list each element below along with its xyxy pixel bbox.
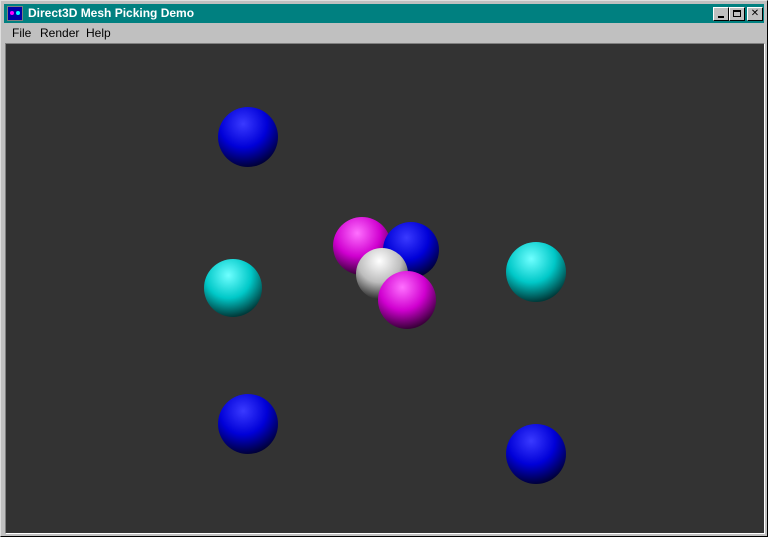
maximize-icon (733, 10, 741, 17)
render-viewport[interactable] (5, 43, 765, 534)
close-icon: ✕ (750, 8, 760, 19)
sphere-cyan-right[interactable] (506, 242, 566, 302)
application-window: Direct3D Mesh Picking Demo ✕ File Render… (0, 0, 768, 537)
app-icon[interactable] (7, 6, 23, 21)
menu-render[interactable]: Render (40, 26, 79, 40)
sphere-magenta-center-bottom[interactable] (378, 271, 436, 329)
menu-file[interactable]: File (12, 26, 31, 40)
sphere-blue-top-left[interactable] (218, 107, 278, 167)
sphere-blue-bottom-left[interactable] (218, 394, 278, 454)
maximize-button[interactable] (729, 7, 745, 21)
minimize-icon (718, 16, 724, 18)
scene-canvas[interactable] (6, 44, 764, 533)
menu-bar: File Render Help (4, 23, 764, 42)
close-button[interactable]: ✕ (747, 7, 763, 21)
sphere-cyan-left[interactable] (204, 259, 262, 317)
menu-help[interactable]: Help (86, 26, 111, 40)
sphere-blue-bottom-right[interactable] (506, 424, 566, 484)
minimize-button[interactable] (713, 7, 729, 21)
title-bar[interactable]: Direct3D Mesh Picking Demo ✕ (4, 4, 764, 23)
window-title: Direct3D Mesh Picking Demo (28, 6, 195, 20)
